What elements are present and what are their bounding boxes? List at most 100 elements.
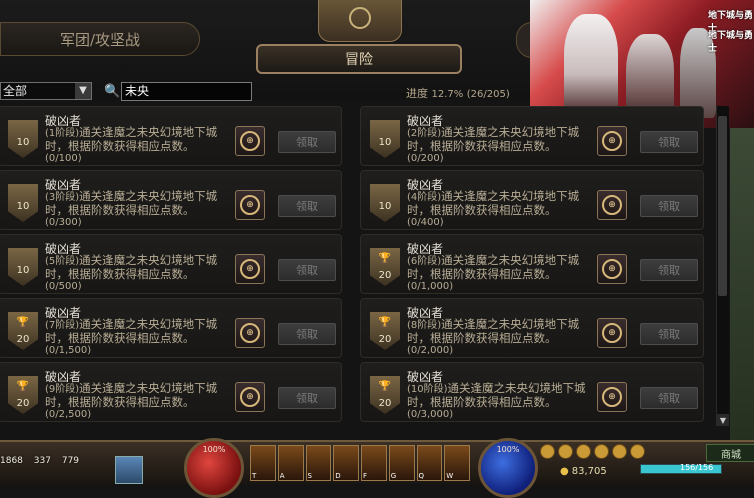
points-badge: 10 (8, 248, 38, 286)
claim-button[interactable]: 领取 (640, 131, 698, 153)
achievement-description: (10阶段)通关逢魔之未央幻境地下城时，根据阶数获得相应点数。 (407, 382, 587, 409)
quick-slot-icon[interactable] (630, 444, 645, 459)
claim-button[interactable]: 领取 (278, 195, 336, 217)
skill-hotkey: F (363, 472, 368, 480)
reward-emblem-icon[interactable]: ⊕ (597, 318, 627, 348)
claim-button[interactable]: 领取 (640, 387, 698, 409)
quick-slot-icon[interactable] (612, 444, 627, 459)
quick-slot-icon[interactable] (558, 444, 573, 459)
hp-orb: 100% (184, 438, 244, 498)
reward-emblem-icon[interactable]: ⊕ (235, 382, 265, 412)
achievement-card: 🏆 20 破凶者 (6阶段)通关逢魔之未央幻境地下城时，根据阶数获得相应点数。 (0/1… (360, 234, 704, 294)
scroll-down-icon[interactable]: ▼ (717, 414, 729, 426)
achievement-description: (8阶段)通关逢魔之未央幻境地下城时，根据阶数获得相应点数。 (407, 318, 587, 345)
emblem-ring-icon: ⊕ (602, 323, 622, 343)
points-badge: 10 (8, 120, 38, 158)
scrollbar-thumb[interactable] (718, 116, 727, 296)
gold-display: ● 83,705 (560, 466, 607, 477)
reward-emblem-icon[interactable]: ⊕ (597, 382, 627, 412)
skill-slot[interactable]: Q (416, 445, 443, 481)
scroll-emblem-icon (318, 0, 402, 42)
category-select[interactable]: 全部 ▼ (0, 82, 92, 100)
points-badge: 🏆 20 (8, 376, 38, 414)
tab-legion-siege[interactable]: 军团/攻坚战 (0, 22, 200, 56)
achievement-stage: (1阶段) (45, 128, 80, 139)
achievement-description: (1阶段)通关逢魔之未央幻境地下城时，根据阶数获得相应点数。 (45, 126, 225, 153)
achievement-progress: (0/500) (45, 281, 82, 292)
achievement-description: (5阶段)通关逢魔之未央幻境地下城时，根据阶数获得相应点数。 (45, 254, 225, 281)
reward-emblem-icon[interactable]: ⊕ (597, 254, 627, 284)
points-value: 20 (16, 333, 30, 345)
emblem-ring-icon: ⊕ (602, 387, 622, 407)
achievement-stage: (5阶段) (45, 256, 80, 267)
reward-emblem-icon[interactable]: ⊕ (235, 190, 265, 220)
points-value: 20 (378, 397, 392, 409)
points-value: 20 (378, 333, 392, 345)
quick-icons (540, 444, 645, 459)
coin-icon: ● (560, 466, 569, 477)
skill-hotkey: G (390, 472, 397, 480)
skill-slot[interactable]: T (250, 445, 276, 481)
points-badge: 10 (8, 184, 38, 222)
claim-button[interactable]: 领取 (278, 131, 336, 153)
points-value: 10 (378, 136, 392, 148)
hud-stat: 779 (61, 456, 80, 466)
compass-icon (349, 7, 371, 29)
achievement-card: 🏆 20 破凶者 (9阶段)通关逢魔之未央幻境地下城时，根据阶数获得相应点数。 (0/2… (0, 362, 342, 422)
points-value: 20 (378, 269, 392, 281)
achievement-progress: (0/2,000) (407, 345, 454, 356)
search-icon: 🔍 (104, 84, 121, 99)
achievement-progress: (0/200) (407, 153, 444, 164)
skill-slot[interactable]: G (388, 445, 415, 481)
emblem-ring-icon: ⊕ (240, 259, 260, 279)
achievement-description: (7阶段)通关逢魔之未央幻境地下城时，根据阶数获得相应点数。 (45, 318, 225, 345)
skill-slot[interactable]: A (277, 445, 304, 481)
pet-portrait-icon[interactable] (115, 456, 143, 484)
emblem-ring-icon: ⊕ (240, 323, 260, 343)
skill-hotkey: T (252, 472, 257, 480)
tab-adventure[interactable]: 冒险 (256, 44, 462, 74)
achievement-progress: (0/400) (407, 217, 444, 228)
character-art (564, 14, 618, 114)
skill-slot[interactable]: S (305, 445, 332, 481)
progress-indicator: 进度 12.7% (26/205) (406, 85, 510, 101)
reward-emblem-icon[interactable]: ⊕ (235, 126, 265, 156)
shop-button[interactable]: 商城 (706, 444, 754, 462)
reward-emblem-icon[interactable]: ⊕ (235, 318, 265, 348)
achievement-description: (3阶段)通关逢魔之未央幻境地下城时，根据阶数获得相应点数。 (45, 190, 225, 217)
trophy-icon: 🏆 (378, 380, 392, 392)
list-scrollbar[interactable]: ▼ (716, 106, 729, 426)
skill-hotkey: A (279, 472, 285, 480)
chevron-down-icon[interactable]: ▼ (75, 83, 91, 99)
hud-stats: 1868 337 779 (0, 456, 87, 466)
skill-slot[interactable]: F (361, 445, 387, 481)
emblem-ring-icon: ⊕ (240, 195, 260, 215)
claim-button[interactable]: 领取 (278, 259, 336, 281)
reward-emblem-icon[interactable]: ⊕ (235, 254, 265, 284)
skill-hotkey: S (307, 472, 312, 480)
achievement-progress: (0/1,000) (407, 281, 454, 292)
reward-emblem-icon[interactable]: ⊕ (597, 190, 627, 220)
search-input[interactable]: 未央 (121, 82, 252, 101)
claim-button[interactable]: 领取 (278, 387, 336, 409)
skill-bar: T A S DF G QW (250, 445, 470, 481)
claim-button[interactable]: 领取 (640, 259, 698, 281)
achievement-description: (6阶段)通关逢魔之未央幻境地下城时，根据阶数获得相应点数。 (407, 254, 587, 281)
achievement-stage: (4阶段) (407, 192, 442, 203)
points-badge: 🏆 20 (370, 248, 400, 286)
emblem-ring-icon: ⊕ (602, 259, 622, 279)
skill-slot[interactable]: W (444, 445, 470, 481)
skill-slot[interactable]: D (333, 445, 359, 481)
claim-button[interactable]: 领取 (640, 323, 698, 345)
reward-emblem-icon[interactable]: ⊕ (597, 126, 627, 156)
achievement-stage: (9阶段) (45, 384, 80, 395)
points-badge: 🏆 20 (370, 376, 400, 414)
quick-slot-icon[interactable] (540, 444, 555, 459)
quick-slot-icon[interactable] (594, 444, 609, 459)
achievement-description: (9阶段)通关逢魔之未央幻境地下城时，根据阶数获得相应点数。 (45, 382, 225, 409)
skill-hotkey: W (446, 472, 454, 480)
trophy-icon: 🏆 (16, 316, 30, 328)
claim-button[interactable]: 领取 (640, 195, 698, 217)
claim-button[interactable]: 领取 (278, 323, 336, 345)
quick-slot-icon[interactable] (576, 444, 591, 459)
